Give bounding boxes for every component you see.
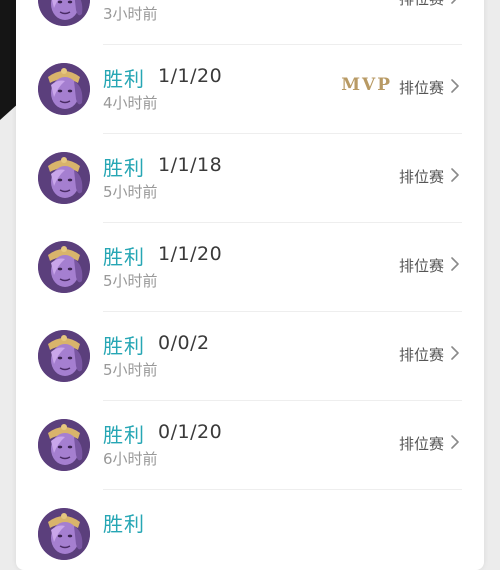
hero-avatar-icon xyxy=(38,419,90,471)
chevron-right-icon xyxy=(450,435,460,449)
mvp-badge: MVP xyxy=(341,75,392,95)
match-row[interactable]: 胜利 1/1/20 5小时前 排位赛 xyxy=(16,223,484,312)
match-time: 5小时前 xyxy=(103,183,158,201)
match-result: 胜利 xyxy=(103,245,145,269)
match-row[interactable]: 胜利 0/1/20 6小时前 排位赛 xyxy=(16,401,484,490)
match-time: 5小时前 xyxy=(103,272,158,290)
hero-avatar-icon xyxy=(38,241,90,293)
match-history-card: 胜利 2/2/18 3小时前 排位赛 胜利 1/1/20 4小时前 xyxy=(16,0,484,570)
hero-avatar-icon xyxy=(38,0,90,26)
match-time: 5小时前 xyxy=(103,361,158,379)
match-mode: 排位赛 xyxy=(398,346,444,364)
match-kda: 0/0/2 xyxy=(158,332,210,354)
hero-avatar-icon xyxy=(38,508,90,560)
match-time: 3小时前 xyxy=(103,5,158,23)
match-row[interactable]: 胜利 1/1/18 5小时前 排位赛 xyxy=(16,134,484,223)
chevron-right-icon xyxy=(450,257,460,271)
match-mode: 排位赛 xyxy=(398,168,444,186)
match-kda: 1/1/20 xyxy=(158,65,223,87)
chevron-right-icon xyxy=(450,346,460,360)
hero-avatar-icon xyxy=(38,152,90,204)
match-mode: 排位赛 xyxy=(399,0,444,9)
match-kda: 1/1/18 xyxy=(158,154,223,176)
match-result: 胜利 xyxy=(103,423,145,447)
match-row[interactable]: 胜利 2/2/18 3小时前 排位赛 xyxy=(16,0,484,45)
chevron-right-icon xyxy=(450,168,460,182)
match-row[interactable]: 胜利 xyxy=(16,490,484,570)
match-row[interactable]: 胜利 1/1/20 4小时前 MVP 排位赛 xyxy=(16,45,484,134)
match-row[interactable]: 胜利 0/0/2 5小时前 排位赛 xyxy=(16,312,484,401)
hero-avatar-icon xyxy=(38,330,90,382)
match-time: 4小时前 xyxy=(103,94,158,112)
match-mode: 排位赛 xyxy=(398,257,444,275)
chevron-right-icon xyxy=(450,0,460,4)
match-kda: 1/1/20 xyxy=(158,243,223,265)
match-kda: 0/1/20 xyxy=(158,421,223,443)
match-mode: 排位赛 xyxy=(398,435,444,453)
match-result: 胜利 xyxy=(103,334,145,358)
match-time: 6小时前 xyxy=(103,450,158,468)
chevron-right-icon xyxy=(450,79,460,93)
match-result: 胜利 xyxy=(103,156,145,180)
match-mode: 排位赛 xyxy=(398,79,444,97)
hero-avatar-icon xyxy=(38,63,90,115)
match-result: 胜利 xyxy=(103,67,145,91)
match-result: 胜利 xyxy=(103,512,145,536)
